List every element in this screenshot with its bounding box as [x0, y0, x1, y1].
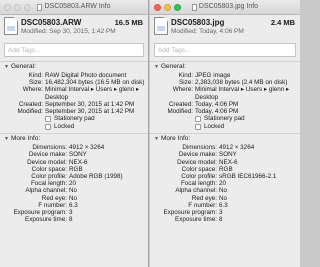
disclosure-triangle-icon: ▼	[154, 136, 159, 143]
window-title: DSC05803.ARW Info	[44, 3, 111, 10]
info-row: Alpha channel: No	[175, 187, 228, 195]
title-bar[interactable]: DSC05803.ARW Info	[0, 0, 148, 15]
info-row: Exposure program: 3	[163, 209, 223, 217]
info-row: Exposure time: 8	[25, 216, 73, 224]
modified-date: Modified: Sep 30, 2015, 1:42 PM	[21, 28, 116, 35]
general-disclosure[interactable]: ▼ General:	[150, 61, 300, 72]
file-name: DSC05803.ARW	[21, 18, 82, 27]
checkbox-box	[195, 116, 201, 123]
created-value: Today, 4:06 PM	[195, 100, 239, 108]
info-window-jpg: DSC05803.jpg Info DSC05803.jpg 2.4 MB Mo…	[150, 0, 300, 267]
where-value: Minimal Interval ▸ Users ▸ glenn ▸ Deskt…	[195, 86, 290, 101]
minimize-button[interactable]	[164, 3, 171, 11]
more-info-disclosure[interactable]: ▼ More Info:	[150, 133, 300, 144]
info-row: Device model: NEX-6	[27, 158, 88, 166]
size-value: 2,383,038 bytes (2.4 MB on disk)	[195, 79, 288, 87]
disclosure-triangle-icon: ▼	[4, 136, 9, 143]
info-row: Exposure program: 3	[13, 209, 73, 217]
file-name: DSC05803.jpg	[171, 18, 225, 27]
close-button[interactable]	[154, 3, 161, 11]
modified-value: Today, 4:06 PM	[195, 108, 239, 116]
info-row: Dimensions: 4912 × 3264	[32, 144, 105, 152]
info-row: F number: 6.3	[38, 201, 78, 209]
tags-placeholder: Add Tags...	[158, 47, 191, 54]
info-window-arw: DSC05803.ARW Info DSC05803.ARW 16.5 MB M…	[0, 0, 149, 267]
checkbox-box	[195, 124, 201, 131]
info-row: Device make: SONY	[28, 151, 87, 159]
file-size: 16.5 MB	[114, 18, 143, 27]
info-row: Device model: NEX-6	[177, 158, 238, 166]
size-value: 16,482,304 bytes (16.5 MB on disk)	[45, 79, 145, 87]
tags-field[interactable]: Add Tags...	[4, 43, 144, 57]
info-row: Focal length: 20	[30, 180, 77, 188]
info-row: Exposure time: 8	[175, 216, 223, 224]
disclosure-triangle-icon: ▼	[4, 64, 9, 70]
modified-date: Modified: Today, 4:06 PM	[171, 28, 244, 35]
zoom-button[interactable]	[24, 3, 31, 11]
window-title: DSC05803.jpg Info	[198, 3, 259, 10]
file-size: 2.4 MB	[270, 18, 295, 27]
more-info-disclosure[interactable]: ▼ More Info:	[0, 133, 148, 144]
minimize-button[interactable]	[14, 3, 21, 11]
checkbox-box	[45, 116, 51, 123]
info-row: Color profile: sRGB IEC61966-2.1	[181, 173, 277, 181]
where-value: Minimal Interval ▸ Users ▸ glenn ▸ Deskt…	[45, 86, 140, 101]
created-value: September 30, 2015 at 1:42 PM	[45, 100, 135, 108]
close-button[interactable]	[4, 3, 11, 11]
info-row: Alpha channel: No	[25, 187, 78, 195]
tags-placeholder: Add Tags...	[8, 47, 41, 54]
stationery-checkbox[interactable]: Stationery pad	[153, 115, 297, 123]
modified-value: September 30, 2015 at 1:42 PM	[45, 108, 135, 116]
zoom-button[interactable]	[174, 3, 181, 11]
info-row: Color profile: Adobe RGB (1998)	[31, 173, 123, 181]
file-icon	[154, 17, 168, 35]
kind-value: JPEG image	[195, 72, 231, 79]
info-row: Red eye: No	[41, 194, 78, 202]
info-row: Focal length: 20	[180, 180, 227, 188]
title-bar[interactable]: DSC05803.jpg Info	[150, 0, 300, 15]
info-row: Color space: RGB	[181, 165, 233, 173]
disclosure-triangle-icon: ▼	[154, 64, 159, 70]
stationery-checkbox[interactable]: Stationery pad	[3, 115, 145, 123]
document-icon	[37, 3, 43, 11]
document-icon	[191, 3, 197, 11]
checkbox-box	[45, 124, 51, 131]
kind-value: RAW Digital Photo document	[45, 72, 127, 79]
info-row: Red eye: No	[191, 194, 228, 202]
tags-field[interactable]: Add Tags...	[154, 43, 296, 57]
general-disclosure[interactable]: ▼ General:	[0, 61, 148, 72]
info-row: Device make: SONY	[178, 151, 237, 159]
info-row: Dimensions: 4912 × 3264	[182, 144, 255, 152]
info-row: Color space: RGB	[31, 165, 83, 173]
file-icon	[4, 17, 18, 35]
locked-checkbox[interactable]: Locked	[3, 123, 145, 131]
locked-checkbox[interactable]: Locked	[153, 123, 297, 131]
info-row: F number: 6.3	[188, 201, 228, 209]
